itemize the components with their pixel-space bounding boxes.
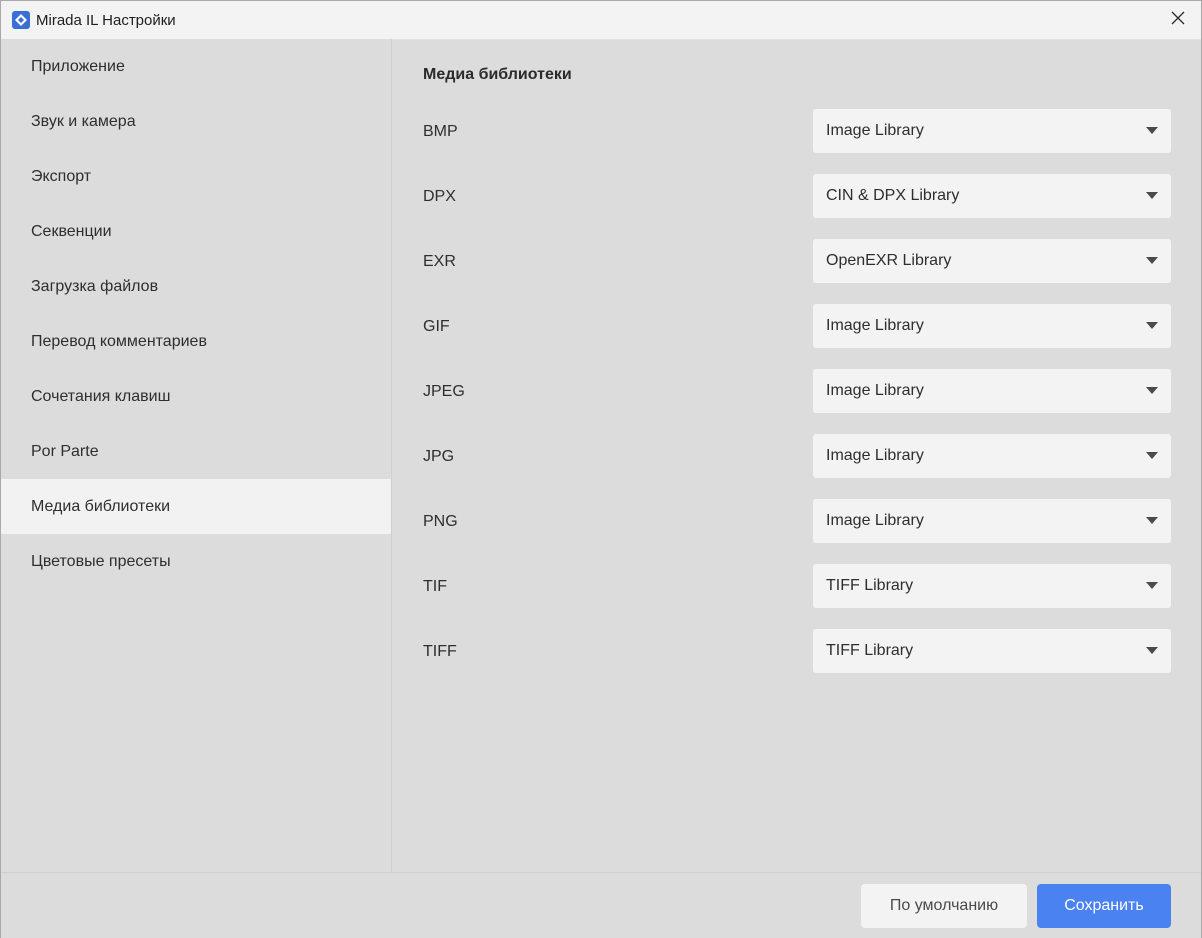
format-label-bmp: BMP: [423, 123, 458, 140]
library-select-bmp[interactable]: Image Library: [813, 109, 1171, 153]
format-label-dpx: DPX: [423, 188, 456, 205]
library-select-jpeg[interactable]: Image Library: [813, 369, 1171, 413]
library-select-gif[interactable]: Image Library: [813, 304, 1171, 348]
library-select-jpg[interactable]: Image Library: [813, 434, 1171, 478]
select-value: Image Library: [826, 447, 924, 464]
format-label-tif: TIF: [423, 578, 447, 595]
chevron-down-icon: [1146, 582, 1158, 589]
format-label-png: PNG: [423, 513, 458, 530]
chevron-down-icon: [1146, 517, 1158, 524]
select-value: Image Library: [826, 122, 924, 139]
format-label-gif: GIF: [423, 318, 450, 335]
chevron-down-icon: [1146, 647, 1158, 654]
select-value: OpenEXR Library: [826, 252, 952, 269]
select-value: Image Library: [826, 317, 924, 334]
settings-window: Mirada IL Настройки Приложение Звук и ка…: [0, 0, 1202, 938]
sidebar-item-color-presets[interactable]: Цветовые пресеты: [1, 534, 391, 589]
chevron-down-icon: [1146, 127, 1158, 134]
settings-sidebar: Приложение Звук и камера Экспорт Секвенц…: [1, 39, 392, 872]
app-logo-icon: [12, 11, 30, 29]
close-button[interactable]: [1155, 1, 1201, 39]
sidebar-item-por-parte[interactable]: Por Parte: [1, 424, 391, 479]
select-value: CIN & DPX Library: [826, 187, 960, 204]
dialog-footer: По умолчанию Сохранить: [1, 872, 1201, 938]
sidebar-item-sequences[interactable]: Секвенции: [1, 204, 391, 259]
format-label-exr: EXR: [423, 253, 456, 270]
chevron-down-icon: [1146, 322, 1158, 329]
format-label-jpg: JPG: [423, 448, 455, 465]
library-select-dpx[interactable]: CIN & DPX Library: [813, 174, 1171, 218]
sidebar-item-media-libraries[interactable]: Медиа библиотеки: [1, 479, 391, 534]
settings-content: Медиа библиотеки BMP Image Library DPX C…: [392, 39, 1201, 872]
chevron-down-icon: [1146, 452, 1158, 459]
library-select-png[interactable]: Image Library: [813, 499, 1171, 543]
library-select-tiff[interactable]: TIFF Library: [813, 629, 1171, 673]
save-button[interactable]: Сохранить: [1037, 884, 1171, 928]
close-icon: [1171, 11, 1185, 30]
sidebar-item-sound-camera[interactable]: Звук и камера: [1, 94, 391, 149]
select-value: Image Library: [826, 382, 924, 399]
chevron-down-icon: [1146, 192, 1158, 199]
section-title: Медиа библиотеки: [423, 66, 572, 83]
select-value: TIFF Library: [826, 642, 914, 659]
chevron-down-icon: [1146, 257, 1158, 264]
library-select-exr[interactable]: OpenEXR Library: [813, 239, 1171, 283]
sidebar-item-shortcuts[interactable]: Сочетания клавиш: [1, 369, 391, 424]
select-value: TIFF Library: [826, 577, 914, 594]
sidebar-item-export[interactable]: Экспорт: [1, 149, 391, 204]
select-value: Image Library: [826, 512, 924, 529]
title-bar: Mirada IL Настройки: [1, 1, 1201, 40]
format-label-tiff: TIFF: [423, 643, 457, 660]
chevron-down-icon: [1146, 387, 1158, 394]
restore-defaults-button[interactable]: По умолчанию: [861, 884, 1027, 928]
sidebar-item-file-loading[interactable]: Загрузка файлов: [1, 259, 391, 314]
library-select-tif[interactable]: TIFF Library: [813, 564, 1171, 608]
window-title: Mirada IL Настройки: [36, 12, 176, 29]
sidebar-item-comment-translation[interactable]: Перевод комментариев: [1, 314, 391, 369]
format-label-jpeg: JPEG: [423, 383, 465, 400]
sidebar-item-application[interactable]: Приложение: [1, 39, 391, 94]
